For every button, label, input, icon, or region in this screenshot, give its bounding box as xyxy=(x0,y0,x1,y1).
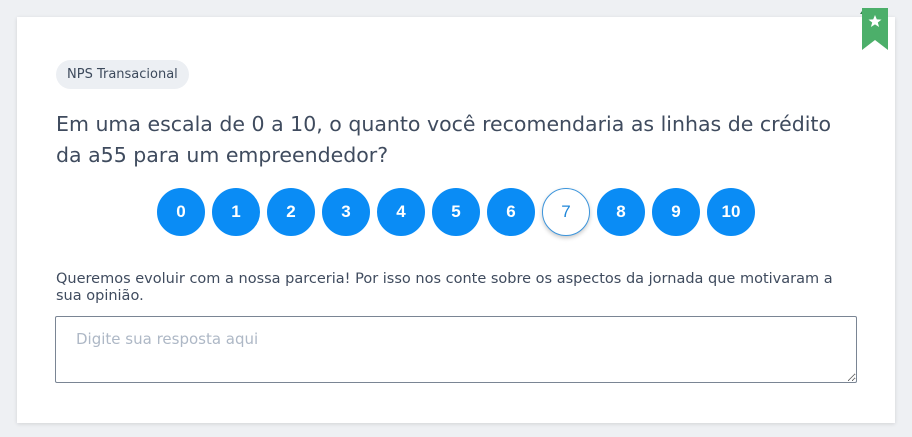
feedback-prompt: Queremos evoluir com a nossa parceria! P… xyxy=(56,271,833,304)
score-button-5[interactable]: 5 xyxy=(432,188,480,236)
score-button-1[interactable]: 1 xyxy=(212,188,260,236)
score-button-6[interactable]: 6 xyxy=(487,188,535,236)
nps-score-scale: 0 1 2 3 4 5 6 7 8 9 10 xyxy=(157,188,755,236)
score-button-0[interactable]: 0 xyxy=(157,188,205,236)
score-button-4[interactable]: 4 xyxy=(377,188,425,236)
nps-question: Em uma escala de 0 a 10, o quanto você r… xyxy=(56,112,832,167)
score-button-8[interactable]: 8 xyxy=(597,188,645,236)
score-button-3[interactable]: 3 xyxy=(322,188,370,236)
score-button-2[interactable]: 2 xyxy=(267,188,315,236)
survey-type-badge: NPS Transacional xyxy=(56,60,189,89)
feedback-textarea[interactable] xyxy=(55,316,857,383)
survey-card: NPS Transacional Em uma escala de 0 a 10… xyxy=(17,17,895,423)
score-button-10[interactable]: 10 xyxy=(707,188,755,236)
score-button-9[interactable]: 9 xyxy=(652,188,700,236)
score-button-7[interactable]: 7 xyxy=(542,188,590,236)
bookmark-star-icon[interactable] xyxy=(860,8,888,50)
